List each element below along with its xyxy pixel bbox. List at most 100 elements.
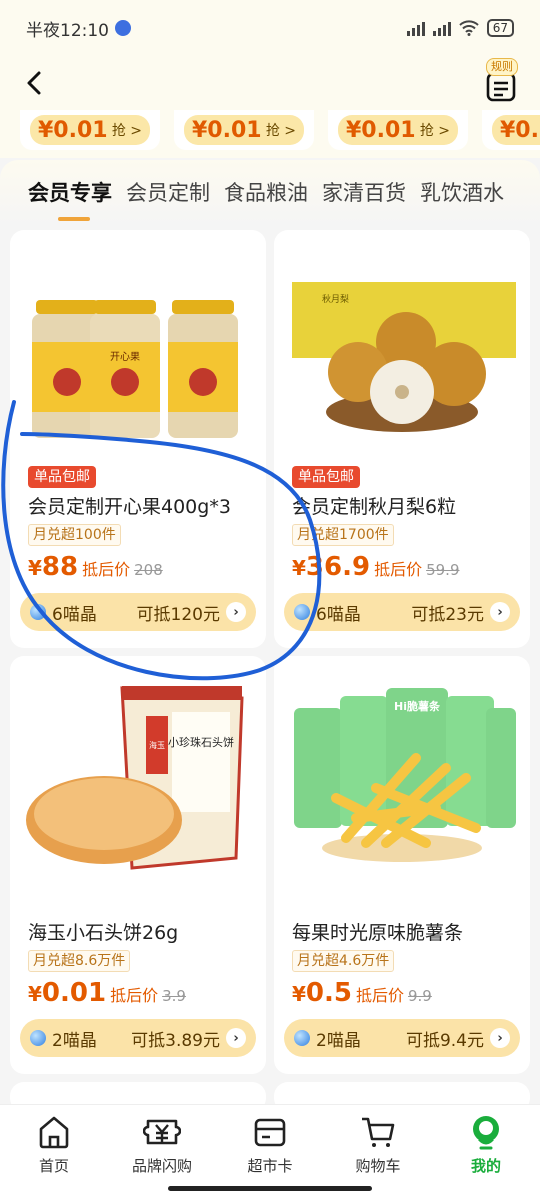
nav-mine[interactable]: 我的 xyxy=(432,1105,540,1200)
tab-household[interactable]: 家清百货 xyxy=(322,177,406,207)
signal-icon xyxy=(432,20,451,36)
coupon-card[interactable]: ¥0.01 抢 > xyxy=(174,110,314,150)
product-card[interactable]: 小珍珠石头饼 海玉 海玉小石头饼26g 月兑超8.6万件 ¥0.01 抵后价 3… xyxy=(10,656,266,1074)
coupon-card[interactable]: ¥0.01 抢 > xyxy=(20,110,160,150)
gem-count: 6喵晶 xyxy=(52,604,97,625)
gem-count: 2喵晶 xyxy=(316,1030,361,1051)
sales-badge: 月兑超8.6万件 xyxy=(28,950,131,972)
pack-label: Hi脆薯条 xyxy=(394,699,441,713)
product-image-biscuit: 小珍珠石头饼 海玉 xyxy=(26,686,244,870)
price-row: ¥0.5 抵后价 9.9 xyxy=(292,978,432,1008)
free-shipping-tag: 单品包邮 xyxy=(28,466,96,488)
offset-amount: 可抵23元 xyxy=(411,604,484,625)
gem-icon xyxy=(30,604,46,620)
redeem-button[interactable]: 6喵晶 可抵120元 › xyxy=(20,593,256,631)
card-icon xyxy=(254,1118,286,1147)
battery-indicator: 67 xyxy=(486,19,514,37)
signal-icon xyxy=(406,20,425,36)
sales-badge: 月兑超100件 xyxy=(28,524,121,546)
offset-amount: 可抵3.89元 xyxy=(131,1030,220,1051)
pack-label: 秋月梨 xyxy=(322,293,349,305)
offset-amount: 可抵9.4元 xyxy=(405,1030,484,1051)
product-title: 海玉小石头饼26g xyxy=(28,922,179,944)
product-title: 每果时光原味脆薯条 xyxy=(292,922,464,944)
price: ¥0.01 xyxy=(28,978,107,1008)
original-price: 9.9 xyxy=(408,987,432,1005)
rules-button[interactable]: 规则 xyxy=(482,58,522,104)
nav-label: 我的 xyxy=(470,1157,501,1175)
notification-icon xyxy=(115,20,131,36)
chevron-right-icon: › xyxy=(226,1028,246,1048)
tab-drinks[interactable]: 乳饮酒水 xyxy=(420,177,504,207)
pack-label: 小珍珠石头饼 xyxy=(168,735,234,749)
gem-icon xyxy=(294,604,310,620)
gem-count: 6喵晶 xyxy=(316,604,361,625)
wifi-icon xyxy=(459,20,479,36)
status-bar: 半夜12:10 67 xyxy=(0,0,540,56)
nav-label: 品牌闪购 xyxy=(131,1157,192,1175)
status-icons: 67 xyxy=(406,19,514,37)
nav-label: 购物车 xyxy=(355,1157,401,1175)
rules-badge: 规则 xyxy=(486,58,518,76)
product-card[interactable]: Hi脆薯条 每果时光原味脆薯条 月兑超4.6万件 ¥0.5 抵后价 9.9 2喵… xyxy=(274,656,530,1074)
coupon-grab-button[interactable]: 抢 > xyxy=(266,120,296,140)
offset-amount: 可抵120元 xyxy=(136,604,220,625)
chevron-right-icon: › xyxy=(490,602,510,622)
nav-home[interactable]: 首页 xyxy=(0,1105,108,1200)
nav-label: 首页 xyxy=(38,1157,69,1175)
coupon-grab-button[interactable]: 抢 > xyxy=(112,120,142,140)
product-card[interactable]: 秋月梨 单品包邮 会员定制秋月梨6粒 月兑超1700件 ¥36.9 抵后价 59… xyxy=(274,230,530,648)
coupon-strip: ¥0.01 抢 > ¥0.01 抢 > ¥0.01 抢 > ¥0. xyxy=(0,110,540,158)
free-shipping-tag: 单品包邮 xyxy=(292,466,360,488)
yuan-bag-icon xyxy=(143,1119,181,1145)
tab-member-exclusive[interactable]: 会员专享 xyxy=(28,177,112,221)
after-discount-label: 抵后价 xyxy=(374,560,423,579)
product-title: 会员定制秋月梨6粒 xyxy=(292,496,457,518)
product-card[interactable]: 开心果 单品包邮 会员定制开心果400g*3 月兑超100件 ¥88 抵后价 2… xyxy=(10,230,266,648)
home-indicator xyxy=(168,1186,372,1191)
product-image-pistachio: 开心果 xyxy=(32,300,238,438)
coupon-price: ¥0.01 xyxy=(192,117,262,143)
pack-brand: 海玉 xyxy=(149,740,165,750)
cart-icon xyxy=(362,1117,395,1147)
sales-badge: 月兑超1700件 xyxy=(292,524,394,546)
coupon-card[interactable]: ¥0.01 抢 > xyxy=(328,110,468,150)
gem-icon xyxy=(30,1030,46,1046)
coupon-card[interactable]: ¥0. xyxy=(482,110,540,150)
redeem-button[interactable]: 2喵晶 可抵9.4元 › xyxy=(284,1019,520,1057)
nav-label: 超市卡 xyxy=(247,1157,293,1175)
product-image-fries: Hi脆薯条 xyxy=(294,688,516,862)
after-discount-label: 抵后价 xyxy=(355,986,404,1005)
coupon-price: ¥0.01 xyxy=(38,117,108,143)
price: ¥0.5 xyxy=(292,978,352,1008)
price-row: ¥36.9 抵后价 59.9 xyxy=(292,552,460,582)
price: ¥88 xyxy=(28,552,79,582)
redeem-button[interactable]: 6喵晶 可抵23元 › xyxy=(284,593,520,631)
status-time: 半夜12:10 xyxy=(26,20,109,41)
back-arrow-icon[interactable] xyxy=(20,68,50,98)
profile-icon xyxy=(473,1116,499,1150)
after-discount-label: 抵后价 xyxy=(110,986,159,1005)
price-row: ¥0.01 抵后价 3.9 xyxy=(28,978,186,1008)
tab-grain-oil[interactable]: 食品粮油 xyxy=(224,177,308,207)
after-discount-label: 抵后价 xyxy=(82,560,131,579)
tab-member-custom[interactable]: 会员定制 xyxy=(126,177,210,207)
original-price: 59.9 xyxy=(426,561,460,579)
category-tabs: 会员专享 会员定制 食品粮油 家清百货 乳饮酒水 xyxy=(0,160,540,224)
price-row: ¥88 抵后价 208 xyxy=(28,552,163,582)
home-icon xyxy=(39,1116,69,1149)
gem-icon xyxy=(294,1030,310,1046)
chevron-right-icon: › xyxy=(490,1028,510,1048)
chevron-right-icon: › xyxy=(226,602,246,622)
sales-badge: 月兑超4.6万件 xyxy=(292,950,395,972)
coupon-price: ¥0. xyxy=(500,117,539,143)
coupon-grab-button[interactable]: 抢 > xyxy=(420,120,450,140)
coupon-price: ¥0.01 xyxy=(346,117,416,143)
product-title: 会员定制开心果400g*3 xyxy=(28,496,231,518)
price: ¥36.9 xyxy=(292,552,371,582)
original-price: 3.9 xyxy=(162,987,186,1005)
pack-label: 开心果 xyxy=(110,351,140,363)
redeem-button[interactable]: 2喵晶 可抵3.89元 › xyxy=(20,1019,256,1057)
gem-count: 2喵晶 xyxy=(52,1030,97,1051)
top-bar: 规则 xyxy=(0,56,540,110)
